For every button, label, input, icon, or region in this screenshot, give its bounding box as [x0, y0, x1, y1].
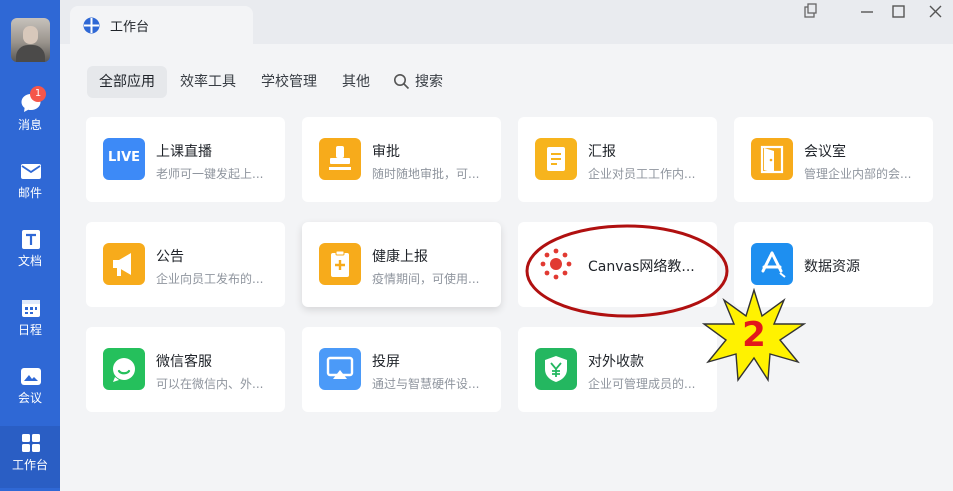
app-card-report[interactable]: 汇报 企业对员工工作内...: [518, 117, 717, 202]
sidebar-label-calendar: 日程: [17, 323, 42, 337]
app-card-meeting-room[interactable]: 会议室 管理企业内部的会...: [734, 117, 933, 202]
tab-school-management[interactable]: 学校管理: [249, 66, 329, 98]
wechat-service-icon: [103, 348, 145, 390]
app-card-wechat-service[interactable]: 微信客服 可以在微信内、外...: [86, 327, 285, 412]
app-desc: 通过与智慧硬件设...: [372, 377, 480, 391]
minimize-icon[interactable]: [855, 2, 879, 22]
workbench-tab-icon: [83, 17, 100, 34]
sidebar-label-meeting: 会议: [17, 391, 42, 405]
tab-efficiency-tools[interactable]: 效率工具: [168, 66, 248, 98]
payment-shield-icon: [535, 348, 577, 390]
app-name: 上课直播: [156, 144, 212, 160]
highlight-ellipse: [525, 224, 729, 318]
tab-other[interactable]: 其他: [330, 66, 382, 98]
workbench-icon: [22, 434, 40, 452]
search-button[interactable]: 搜索: [403, 66, 455, 98]
avatar[interactable]: [11, 18, 50, 62]
sidebar-item-docs[interactable]: 文档: [0, 222, 60, 284]
report-icon: [535, 138, 577, 180]
app-desc: 企业可管理成员的...: [588, 377, 696, 391]
app-name: 投屏: [372, 354, 400, 370]
app-name: 会议室: [804, 144, 846, 160]
popout-window-icon[interactable]: [798, 2, 822, 22]
approval-stamp-icon: [319, 138, 361, 180]
maximize-icon[interactable]: [886, 2, 910, 22]
annotation-number: 2: [742, 315, 766, 355]
app-name: 健康上报: [372, 249, 428, 265]
app-card-approval[interactable]: 审批 随时随地审批，可...: [302, 117, 501, 202]
sidebar-item-calendar[interactable]: 日程: [0, 291, 60, 353]
annotation-star-badge: 2: [702, 288, 806, 382]
live-icon: LIVE: [103, 138, 145, 180]
app-desc: 企业向员工发布的...: [156, 272, 264, 286]
app-name: 数据资源: [804, 259, 860, 275]
app-desc: 可以在微信内、外...: [156, 377, 264, 391]
app-name: 审批: [372, 144, 400, 160]
meeting-room-door-icon: [751, 138, 793, 180]
app-card-live-class[interactable]: LIVE 上课直播 老师可一键发起上...: [86, 117, 285, 202]
megaphone-icon: [103, 243, 145, 285]
app-desc: 疫情期间，可使用...: [372, 272, 480, 286]
sidebar-label-messages: 消息: [17, 118, 42, 132]
app-card-payment[interactable]: 对外收款 企业可管理成员的...: [518, 327, 717, 412]
sidebar-item-meeting[interactable]: 会议: [0, 359, 60, 421]
unread-badge: 1: [30, 86, 46, 102]
sidebar-label-docs: 文档: [17, 254, 42, 268]
calendar-icon: [22, 300, 40, 317]
app-card-health-report[interactable]: 健康上报 疫情期间，可使用...: [302, 222, 501, 307]
sidebar-item-workbench[interactable]: 工作台: [0, 426, 60, 488]
close-icon[interactable]: [924, 2, 948, 22]
app-desc: 企业对员工工作内...: [588, 167, 696, 181]
app-desc: 随时随地审批，可...: [372, 167, 480, 181]
health-report-icon: [319, 243, 361, 285]
sidebar-item-mail[interactable]: 邮件: [0, 154, 60, 216]
tab-all-apps[interactable]: 全部应用: [87, 66, 167, 98]
app-name: 对外收款: [588, 354, 644, 370]
sidebar-label-mail: 邮件: [17, 186, 42, 200]
screen-cast-icon: [319, 348, 361, 390]
tab-workbench[interactable]: 工作台: [70, 6, 253, 44]
title-bar: 工作台: [60, 0, 953, 44]
sidebar-label-workbench: 工作台: [11, 458, 48, 472]
app-desc: 管理企业内部的会...: [804, 167, 912, 181]
app-name: 公告: [156, 249, 184, 265]
app-card-screen-cast[interactable]: 投屏 通过与智慧硬件设...: [302, 327, 501, 412]
left-sidebar: 消息 1 邮件 文档 日程 会议 工作台: [0, 0, 60, 491]
app-card-announcement[interactable]: 公告 企业向员工发布的...: [86, 222, 285, 307]
app-store-icon: [751, 243, 793, 285]
tab-title: 工作台: [110, 20, 150, 35]
doc-icon: [22, 230, 40, 249]
app-name: 微信客服: [156, 354, 212, 370]
app-desc: 老师可一键发起上...: [156, 167, 264, 181]
meeting-icon: [21, 368, 41, 385]
mail-icon: [21, 164, 41, 179]
app-name: 汇报: [588, 144, 616, 160]
